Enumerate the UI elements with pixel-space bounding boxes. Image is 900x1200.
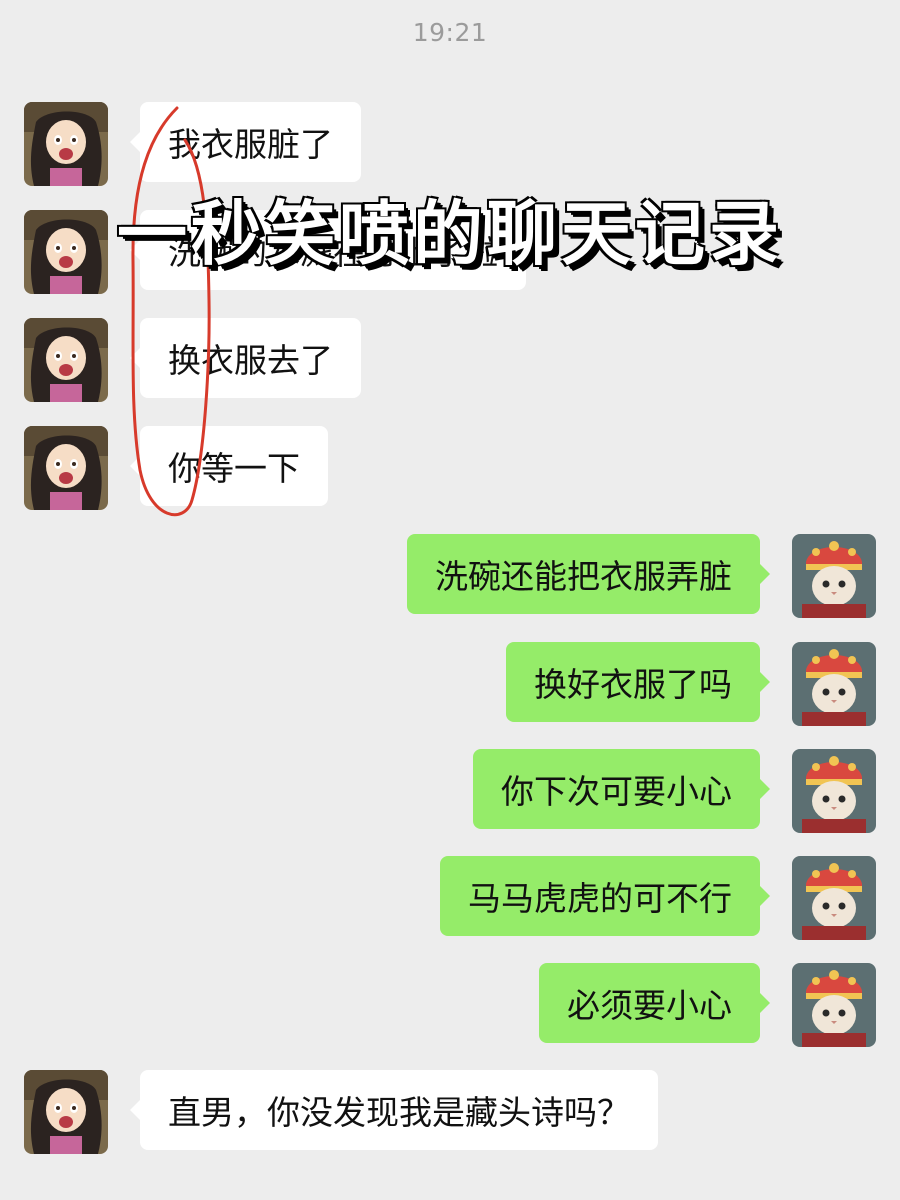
message-row: 换衣服去了 bbox=[0, 318, 900, 402]
cat-headdress-avatar-icon[interactable] bbox=[792, 856, 876, 940]
incoming-message-bubble[interactable]: 洗碗的水溅在身上了啦 bbox=[130, 210, 526, 290]
message-row: 洗碗的水溅在身上了啦 bbox=[0, 210, 900, 294]
message-row: 我衣服脏了 bbox=[0, 102, 900, 186]
message-row: 你等一下 bbox=[0, 426, 900, 510]
message-row: 你下次可要小心 bbox=[0, 749, 900, 833]
anime-girl-avatar-icon[interactable] bbox=[24, 426, 108, 510]
message-row: 马马虎虎的可不行 bbox=[0, 856, 900, 940]
message-row: 必须要小心 bbox=[0, 963, 900, 1047]
incoming-message-bubble[interactable]: 你等一下 bbox=[130, 426, 328, 506]
message-row: 换好衣服了吗 bbox=[0, 642, 900, 726]
outgoing-message-bubble[interactable]: 你下次可要小心 bbox=[473, 749, 770, 829]
anime-girl-avatar-icon[interactable] bbox=[24, 1070, 108, 1154]
cat-headdress-avatar-icon[interactable] bbox=[792, 642, 876, 726]
incoming-message-bubble[interactable]: 直男，你没发现我是藏头诗吗？ bbox=[130, 1070, 658, 1150]
incoming-message-bubble[interactable]: 我衣服脏了 bbox=[130, 102, 361, 182]
anime-girl-avatar-icon[interactable] bbox=[24, 102, 108, 186]
outgoing-message-bubble[interactable]: 换好衣服了吗 bbox=[506, 642, 770, 722]
anime-girl-avatar-icon[interactable] bbox=[24, 210, 108, 294]
message-row: 洗碗还能把衣服弄脏 bbox=[0, 534, 900, 618]
outgoing-message-bubble[interactable]: 洗碗还能把衣服弄脏 bbox=[407, 534, 770, 614]
outgoing-message-bubble[interactable]: 必须要小心 bbox=[539, 963, 770, 1043]
timestamp: 19:21 bbox=[412, 18, 488, 47]
message-row: 直男，你没发现我是藏头诗吗？ bbox=[0, 1070, 900, 1154]
outgoing-message-bubble[interactable]: 马马虎虎的可不行 bbox=[440, 856, 770, 936]
anime-girl-avatar-icon[interactable] bbox=[24, 318, 108, 402]
cat-headdress-avatar-icon[interactable] bbox=[792, 534, 876, 618]
cat-headdress-avatar-icon[interactable] bbox=[792, 749, 876, 833]
cat-headdress-avatar-icon[interactable] bbox=[792, 963, 876, 1047]
incoming-message-bubble[interactable]: 换衣服去了 bbox=[130, 318, 361, 398]
